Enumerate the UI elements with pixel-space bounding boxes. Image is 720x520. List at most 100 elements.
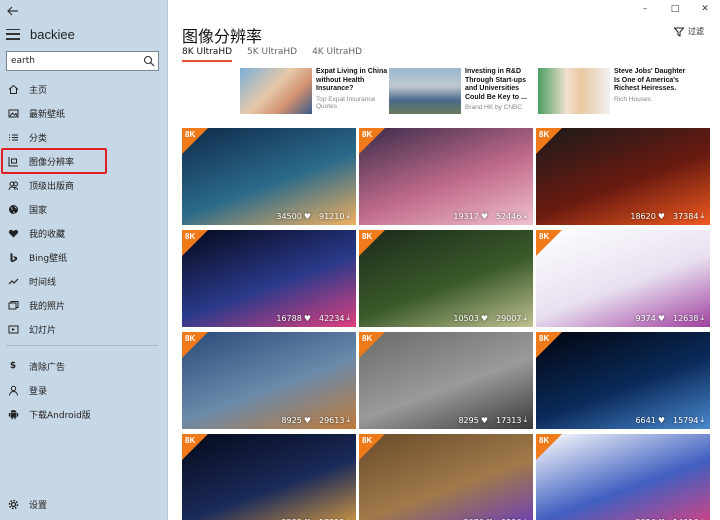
- home-icon: [7, 83, 19, 95]
- sidebar-item-slideshow[interactable]: 幻灯片: [0, 317, 168, 341]
- wallpaper-stats: 16788 ♥ 42234 ⤓: [276, 313, 350, 323]
- download-icon: ⤓: [700, 415, 704, 424]
- ad-title: Steve Jobs' Daughter Is One of America's…: [614, 68, 686, 93]
- sidebar-item-timeline[interactable]: 时间线: [0, 269, 168, 293]
- ad-source: Brand HK by CNBC: [465, 104, 523, 112]
- image-icon: [7, 107, 19, 119]
- hamburger-menu-icon[interactable]: [6, 28, 20, 40]
- downloads-count: 91210: [319, 211, 345, 221]
- wallpaper-tile[interactable]: 8K 16788 ♥ 42234 ⤓: [182, 230, 356, 327]
- ad-thumbnail: [240, 68, 312, 114]
- downloads-count: 15794: [673, 415, 699, 425]
- sidebar-item-categories[interactable]: 分类: [0, 125, 168, 149]
- sidebar-item-android[interactable]: 下载Android版: [0, 402, 168, 426]
- sidebar-item-settings[interactable]: 设置: [0, 492, 168, 516]
- wallpaper-stats: 34500 ♥ 91210 ⤓: [276, 211, 350, 221]
- resolution-badge-label: 8K: [539, 334, 550, 343]
- download-icon: ⤓: [523, 211, 527, 220]
- wallpaper-stats: 9374 ♥ 12638 ⤓: [635, 313, 704, 323]
- sidebar-item-label: 顶级出版商: [29, 181, 75, 192]
- sidebar-item-bing[interactable]: Bing壁纸: [0, 245, 168, 269]
- wallpaper-tile[interactable]: 8K 18620 ♥ 37384 ⤓: [536, 128, 710, 225]
- sidebar-item-favorites[interactable]: 我的收藏: [0, 221, 168, 245]
- heart-icon: ♥: [303, 211, 311, 221]
- ad-thumbnail: [538, 68, 610, 114]
- ad-item[interactable]: Investing in R&D Through Start-ups and U…: [389, 68, 537, 123]
- sidebar-item-label: 最新壁纸: [29, 109, 66, 120]
- wallpaper-stats: 18620 ♥ 37384 ⤓: [630, 211, 704, 221]
- wallpaper-tile[interactable]: 8K5582♥17312⤓: [182, 434, 356, 520]
- wallpaper-tile[interactable]: 8K5026♥14016⤓: [536, 434, 710, 520]
- resolution-badge-label: 8K: [185, 232, 196, 241]
- wallpaper-tile[interactable]: 8K 8295 ♥ 17313 ⤓: [359, 332, 533, 429]
- maximize-icon[interactable]: □: [660, 0, 690, 18]
- downloads-count: 29613: [319, 415, 345, 425]
- search-icon[interactable]: [140, 52, 158, 70]
- likes-count: 19317: [453, 211, 479, 221]
- wallpaper-tile[interactable]: 8K 10503 ♥ 29007 ⤓: [359, 230, 533, 327]
- sidebar-item-label: 清除广告: [29, 362, 66, 373]
- sidebar-item-home[interactable]: 主页: [0, 77, 168, 101]
- ad-item[interactable]: Steve Jobs' Daughter Is One of America's…: [538, 68, 686, 123]
- globe-icon: [7, 203, 19, 215]
- tab-5k[interactable]: 5K UltraHD: [247, 47, 297, 62]
- ad-banner: Expat Living in China without Health Ins…: [240, 68, 687, 123]
- download-icon: ⤓: [346, 211, 350, 220]
- wallpaper-tile[interactable]: 8K5070♥9396⤓: [359, 434, 533, 520]
- sidebar-item-label: 分类: [29, 133, 48, 144]
- sidebar-item-label: 下载Android版: [29, 410, 91, 421]
- heart-icon: ♥: [480, 415, 488, 425]
- downloads-count: 52446: [496, 211, 522, 221]
- sidebar-item-label: 我的照片: [29, 301, 66, 312]
- sidebar-settings: 设置: [0, 492, 168, 516]
- downloads-count: 17313: [496, 415, 522, 425]
- likes-count: 18620: [630, 211, 656, 221]
- downloads-count: 29007: [496, 313, 522, 323]
- sidebar-item-label: 时间线: [29, 277, 57, 288]
- back-arrow-icon[interactable]: [6, 4, 20, 18]
- resolution-badge-label: 8K: [185, 436, 196, 445]
- ad-title: Expat Living in China without Health Ins…: [316, 68, 388, 93]
- tab-8k[interactable]: 8K UltraHD: [182, 47, 233, 62]
- download-icon: ⤓: [523, 313, 527, 322]
- android-icon: [7, 408, 19, 420]
- wallpaper-tile[interactable]: 8K 19317 ♥ 52446 ⤓: [359, 128, 533, 225]
- ad-thumbnail: [389, 68, 461, 114]
- search-input[interactable]: [7, 53, 140, 69]
- ad-source: Top Expat Insurance Quotes: [316, 95, 376, 110]
- download-icon: ⤓: [700, 313, 704, 322]
- downloads-count: 42234: [319, 313, 345, 323]
- users-icon: [7, 179, 19, 191]
- likes-count: 10503: [453, 313, 479, 323]
- wallpaper-tile[interactable]: 8K 34500 ♥ 91210 ⤓: [182, 128, 356, 225]
- filter-button[interactable]: 过滤: [674, 26, 704, 37]
- sidebar-item-login[interactable]: 登录: [0, 378, 168, 402]
- sidebar-item-countries[interactable]: 国家: [0, 197, 168, 221]
- sidebar-item-top-publishers[interactable]: 顶级出版商: [0, 173, 168, 197]
- resolution-badge-label: 8K: [362, 436, 373, 445]
- sidebar-item-label: 幻灯片: [29, 325, 57, 336]
- wallpaper-tile[interactable]: 8K 6641 ♥ 15794 ⤓: [536, 332, 710, 429]
- ad-source: Rich Houses: [614, 95, 651, 103]
- wallpaper-tile[interactable]: 8K 8925 ♥ 29613 ⤓: [182, 332, 356, 429]
- wallpaper-stats: 8925 ♥ 29613 ⤓: [281, 415, 350, 425]
- resolution-badge-label: 8K: [539, 436, 550, 445]
- brand: backiee: [6, 26, 75, 42]
- search-box: [6, 51, 159, 71]
- resolution-badge-label: 8K: [539, 232, 550, 241]
- resolution-badge-label: 8K: [539, 130, 550, 139]
- minimize-icon[interactable]: –: [630, 0, 660, 18]
- heart-icon: [7, 227, 19, 239]
- sidebar-item-my-photos[interactable]: 我的照片: [0, 293, 168, 317]
- close-icon[interactable]: ✕: [690, 0, 720, 18]
- sidebar: backiee 主页 最新壁纸 分类 图像分辨率 顶级出版商 国家 我的收藏 B…: [0, 0, 168, 520]
- sidebar-item-latest[interactable]: 最新壁纸: [0, 101, 168, 125]
- wallpaper-tile[interactable]: 8K 9374 ♥ 12638 ⤓: [536, 230, 710, 327]
- list-icon: [7, 131, 19, 143]
- sidebar-item-remove-ads[interactable]: $ 清除广告: [0, 354, 168, 378]
- photos-icon: [7, 299, 19, 311]
- ad-item[interactable]: Expat Living in China without Health Ins…: [240, 68, 388, 123]
- tab-4k[interactable]: 4K UltraHD: [312, 47, 362, 62]
- sidebar-item-label: Bing壁纸: [29, 253, 68, 264]
- resolution-badge-label: 8K: [362, 334, 373, 343]
